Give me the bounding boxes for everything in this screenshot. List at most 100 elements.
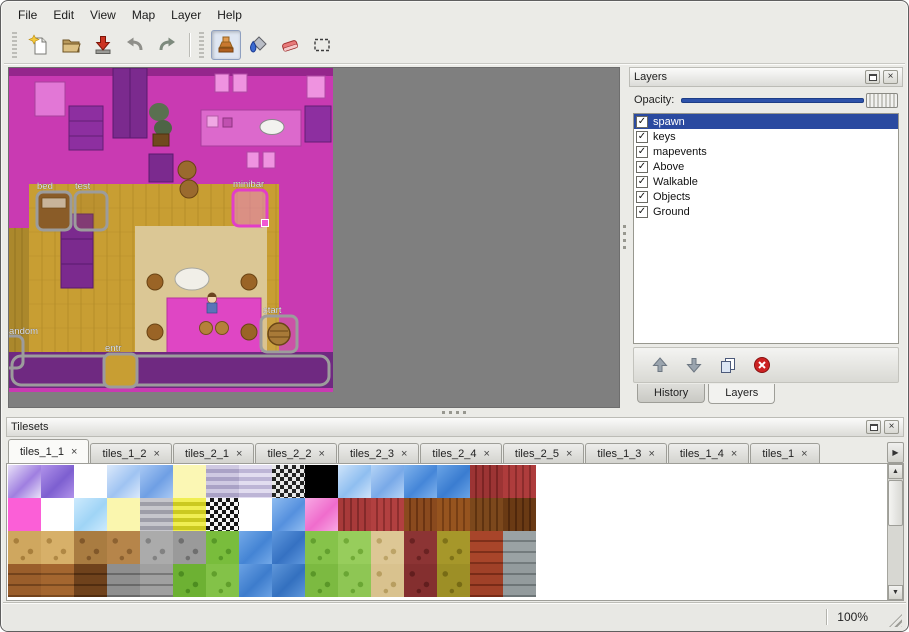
menu-help[interactable]: Help bbox=[209, 5, 250, 25]
tile[interactable] bbox=[107, 465, 140, 498]
tile[interactable] bbox=[371, 531, 404, 564]
tile[interactable] bbox=[272, 498, 305, 531]
tile[interactable] bbox=[206, 465, 239, 498]
tileset-tab-tiles_1_4[interactable]: tiles_1_4× bbox=[668, 443, 749, 463]
tile[interactable] bbox=[140, 531, 173, 564]
menu-view[interactable]: View bbox=[82, 5, 124, 25]
layer-row-spawn[interactable]: ✓spawn bbox=[634, 114, 898, 129]
vertical-splitter[interactable] bbox=[620, 67, 629, 408]
close-tab-icon[interactable]: × bbox=[801, 449, 807, 459]
tile[interactable] bbox=[107, 564, 140, 597]
tile[interactable] bbox=[470, 498, 503, 531]
tile[interactable] bbox=[173, 498, 206, 531]
tile[interactable] bbox=[206, 498, 239, 531]
tile[interactable] bbox=[239, 531, 272, 564]
tile[interactable] bbox=[371, 564, 404, 597]
duplicate-layer-button[interactable] bbox=[718, 355, 738, 375]
tile[interactable] bbox=[8, 498, 41, 531]
resize-grip[interactable] bbox=[889, 614, 902, 627]
layer-row-Above[interactable]: ✓Above bbox=[634, 159, 898, 174]
opacity-slider-fill[interactable] bbox=[681, 98, 864, 103]
tile[interactable] bbox=[74, 531, 107, 564]
tile[interactable] bbox=[437, 564, 470, 597]
dock-tab-layers[interactable]: Layers bbox=[708, 384, 775, 404]
menu-file[interactable]: File bbox=[10, 5, 45, 25]
layer-visibility-checkbox[interactable]: ✓ bbox=[636, 146, 648, 158]
raise-layer-button[interactable] bbox=[650, 355, 670, 375]
tile[interactable] bbox=[305, 465, 338, 498]
lower-layer-button[interactable] bbox=[684, 355, 704, 375]
layer-visibility-checkbox[interactable]: ✓ bbox=[636, 116, 648, 128]
tile[interactable] bbox=[173, 564, 206, 597]
tile[interactable] bbox=[74, 465, 107, 498]
tile[interactable] bbox=[503, 498, 536, 531]
menu-layer[interactable]: Layer bbox=[163, 5, 209, 25]
tile[interactable] bbox=[206, 531, 239, 564]
layer-row-mapevents[interactable]: ✓mapevents bbox=[634, 144, 898, 159]
horizontal-splitter[interactable] bbox=[6, 408, 903, 417]
layer-visibility-checkbox[interactable]: ✓ bbox=[636, 191, 648, 203]
stamp-brush-button[interactable] bbox=[211, 30, 241, 60]
bucket-fill-button[interactable] bbox=[243, 30, 273, 60]
close-tab-icon[interactable]: × bbox=[731, 449, 737, 459]
tile[interactable] bbox=[239, 465, 272, 498]
toolbar-grip-2[interactable] bbox=[199, 32, 204, 58]
tile[interactable] bbox=[41, 498, 74, 531]
map-canvas[interactable]: bed test minibar start bbox=[9, 68, 333, 392]
tileset-tab-tiles_1[interactable]: tiles_1× bbox=[750, 443, 819, 463]
opacity-slider-handle[interactable] bbox=[866, 93, 898, 108]
tile[interactable] bbox=[41, 465, 74, 498]
new-map-button[interactable] bbox=[24, 30, 54, 60]
tile[interactable] bbox=[404, 564, 437, 597]
delete-layer-button[interactable] bbox=[752, 355, 772, 375]
tile[interactable] bbox=[338, 564, 371, 597]
tile[interactable] bbox=[140, 498, 173, 531]
menu-map[interactable]: Map bbox=[124, 5, 163, 25]
tile[interactable] bbox=[338, 465, 371, 498]
tileset-scrollbar[interactable]: ▲ ▼ bbox=[887, 464, 903, 600]
tileset-tab-tiles_2_2[interactable]: tiles_2_2× bbox=[255, 443, 336, 463]
tile[interactable] bbox=[107, 498, 140, 531]
tile[interactable] bbox=[437, 498, 470, 531]
tile[interactable] bbox=[437, 465, 470, 498]
tile[interactable] bbox=[503, 531, 536, 564]
tileset-tab-tiles_2_4[interactable]: tiles_2_4× bbox=[420, 443, 501, 463]
tile[interactable] bbox=[74, 498, 107, 531]
close-tab-icon[interactable]: × bbox=[236, 449, 242, 459]
tile[interactable] bbox=[503, 564, 536, 597]
tile[interactable] bbox=[8, 564, 41, 597]
tile[interactable] bbox=[239, 498, 272, 531]
tile[interactable] bbox=[173, 465, 206, 498]
close-tab-icon[interactable]: × bbox=[566, 449, 572, 459]
tileset-tab-tiles_2_1[interactable]: tiles_2_1× bbox=[173, 443, 254, 463]
tile[interactable] bbox=[41, 531, 74, 564]
tileset-tab-tiles_2_3[interactable]: tiles_2_3× bbox=[338, 443, 419, 463]
save-map-button[interactable] bbox=[88, 30, 118, 60]
tile[interactable] bbox=[272, 465, 305, 498]
tile[interactable] bbox=[404, 465, 437, 498]
tileset-tab-tiles_1_3[interactable]: tiles_1_3× bbox=[585, 443, 666, 463]
tile[interactable] bbox=[8, 531, 41, 564]
layer-visibility-checkbox[interactable]: ✓ bbox=[636, 176, 648, 188]
close-tab-icon[interactable]: × bbox=[483, 449, 489, 459]
close-panel-button[interactable]: × bbox=[883, 70, 898, 84]
tile[interactable] bbox=[371, 498, 404, 531]
tile[interactable] bbox=[206, 564, 239, 597]
tile[interactable] bbox=[140, 564, 173, 597]
eraser-button[interactable] bbox=[275, 30, 305, 60]
tile[interactable] bbox=[305, 531, 338, 564]
tile[interactable] bbox=[338, 531, 371, 564]
scroll-up-button[interactable]: ▲ bbox=[888, 464, 903, 479]
tileset-grid[interactable] bbox=[8, 465, 536, 597]
map-viewport[interactable]: bed test minibar start bbox=[8, 67, 620, 408]
tile[interactable] bbox=[437, 531, 470, 564]
float-panel-button[interactable] bbox=[865, 70, 880, 84]
close-tab-icon[interactable]: × bbox=[319, 449, 325, 459]
undo-button[interactable] bbox=[120, 30, 150, 60]
tile[interactable] bbox=[173, 531, 206, 564]
layer-row-Walkable[interactable]: ✓Walkable bbox=[634, 174, 898, 189]
layer-row-keys[interactable]: ✓keys bbox=[634, 129, 898, 144]
opacity-slider[interactable] bbox=[681, 93, 898, 108]
open-map-button[interactable] bbox=[56, 30, 86, 60]
tile[interactable] bbox=[239, 564, 272, 597]
